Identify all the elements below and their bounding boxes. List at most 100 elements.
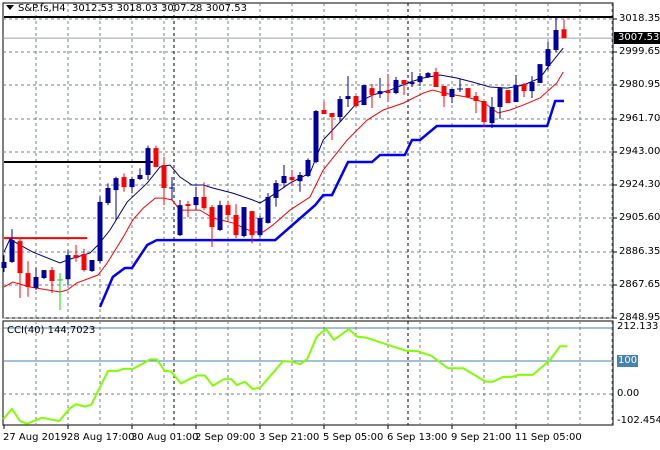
candle-body[interactable] — [89, 260, 95, 271]
candle-body[interactable] — [49, 270, 55, 282]
candle-body[interactable] — [121, 177, 127, 188]
candle-body[interactable] — [489, 106, 495, 124]
candle-body[interactable] — [217, 205, 223, 231]
time-label: 30 Aug 01:00 — [131, 432, 199, 443]
price-label: 2867.65 — [619, 278, 660, 290]
candle-body[interactable] — [393, 79, 399, 94]
time-label: 27 Aug 2019 — [3, 432, 68, 443]
candle-body[interactable] — [273, 183, 279, 198]
price-label: 2886.35 — [619, 245, 660, 257]
candle-body[interactable] — [249, 211, 255, 236]
price-label: 2961.70 — [619, 112, 660, 124]
candle-body[interactable] — [521, 84, 527, 92]
candle-body[interactable] — [145, 148, 151, 175]
price-label: 2943.00 — [619, 145, 660, 157]
candle-body[interactable] — [369, 88, 375, 95]
candle-body[interactable] — [505, 90, 511, 104]
candle-body[interactable] — [73, 255, 79, 259]
candle-body[interactable] — [401, 79, 407, 85]
price-label: 2980.95 — [619, 79, 660, 90]
candle-body[interactable] — [337, 99, 343, 118]
candle-body[interactable] — [17, 241, 23, 274]
candle-body[interactable] — [377, 91, 383, 95]
candle-body[interactable] — [481, 100, 487, 122]
candle-body[interactable] — [497, 88, 503, 107]
candle-body[interactable] — [105, 188, 111, 204]
candle-body[interactable] — [41, 270, 47, 279]
candle-body[interactable] — [417, 76, 423, 83]
candle-body[interactable] — [1, 261, 7, 268]
candle-body[interactable] — [241, 207, 247, 237]
candle-body[interactable] — [137, 174, 143, 180]
candle-body[interactable] — [177, 205, 183, 236]
candle-body[interactable] — [65, 255, 71, 280]
candle-body[interactable] — [225, 205, 231, 216]
price-label: 2905.60 — [619, 212, 660, 223]
candle-body[interactable] — [353, 96, 359, 107]
time-label: 9 Sep 21:00 — [451, 432, 512, 443]
candle-body[interactable] — [465, 88, 471, 98]
candle-body[interactable] — [329, 112, 335, 118]
candle-body[interactable] — [361, 85, 367, 106]
candle-body[interactable] — [529, 82, 535, 92]
candle-body[interactable] — [537, 64, 543, 83]
candle-body[interactable] — [321, 109, 327, 115]
candle-body[interactable] — [425, 73, 431, 77]
candle-body[interactable] — [345, 96, 351, 100]
candle-body[interactable] — [449, 88, 455, 98]
candle-body[interactable] — [233, 215, 239, 236]
candle-body[interactable] — [113, 178, 119, 191]
candle-body[interactable] — [385, 91, 391, 94]
candle-body[interactable] — [153, 148, 159, 167]
ohlc-open: 3012.53 — [71, 3, 114, 14]
cci-scale-label: 0.00 — [617, 388, 640, 399]
candle-body[interactable] — [473, 96, 479, 101]
candle-body[interactable] — [409, 82, 415, 85]
time-label: 2 Sep 09:00 — [195, 432, 256, 443]
candle-body[interactable] — [305, 159, 311, 177]
collapse-triangle-icon[interactable] — [6, 5, 14, 10]
candle-body[interactable] — [9, 240, 15, 262]
time-label: 3 Sep 21:00 — [259, 432, 320, 443]
cci-scale-label: 212.133 — [617, 321, 659, 332]
candle-body[interactable] — [313, 111, 319, 163]
candle-body[interactable] — [513, 85, 519, 103]
candle-body[interactable] — [193, 197, 199, 206]
candle-body[interactable] — [553, 30, 559, 50]
candle-body[interactable] — [281, 176, 287, 184]
candle-body[interactable] — [97, 201, 103, 262]
candle-body[interactable] — [433, 72, 439, 88]
candle-body[interactable] — [561, 29, 567, 39]
candle-body[interactable] — [441, 85, 447, 97]
candle-body[interactable] — [297, 174, 303, 182]
time-label: 11 Sep 05:00 — [515, 432, 582, 443]
ohlc-low: 3007.28 — [161, 3, 203, 14]
price-label: 3018.35 — [619, 13, 660, 24]
candle-body[interactable] — [209, 207, 215, 228]
current-price-tag: 3007.53 — [614, 32, 660, 45]
candle-body[interactable] — [129, 179, 135, 188]
candle-body[interactable] — [289, 177, 295, 181]
candle-body[interactable] — [161, 165, 167, 189]
time-label: 5 Sep 05:00 — [323, 432, 384, 443]
candle-body[interactable] — [185, 204, 191, 207]
candle-body[interactable] — [545, 49, 551, 67]
ohlc-close: 3007.53 — [205, 3, 247, 14]
cci-scale-label: -102.4547 — [617, 415, 660, 426]
candle-body[interactable] — [25, 273, 31, 288]
ohlc-high: 3018.03 — [116, 3, 158, 14]
symbol-label: S&P.fs,H4 — [18, 3, 66, 14]
cci-scale-label: 100 — [617, 355, 639, 367]
candle-body[interactable] — [81, 254, 87, 271]
cci-label: CCI(40) 144.7023 — [7, 325, 96, 336]
candle-body[interactable] — [265, 197, 271, 223]
time-label: 28 Aug 17:00 — [67, 432, 135, 443]
candle-body[interactable] — [257, 218, 263, 236]
chart-canvas[interactable] — [0, 0, 660, 450]
time-label: 6 Sep 13:00 — [387, 432, 448, 443]
candle-body[interactable] — [33, 276, 39, 288]
price-label: 2999.65 — [619, 46, 660, 57]
candle-body[interactable] — [201, 197, 207, 209]
chart-header: S&P.fs,H4 3012.53 3018.03 3007.28 3007.5… — [6, 3, 247, 15]
price-label: 2924.30 — [619, 179, 660, 190]
